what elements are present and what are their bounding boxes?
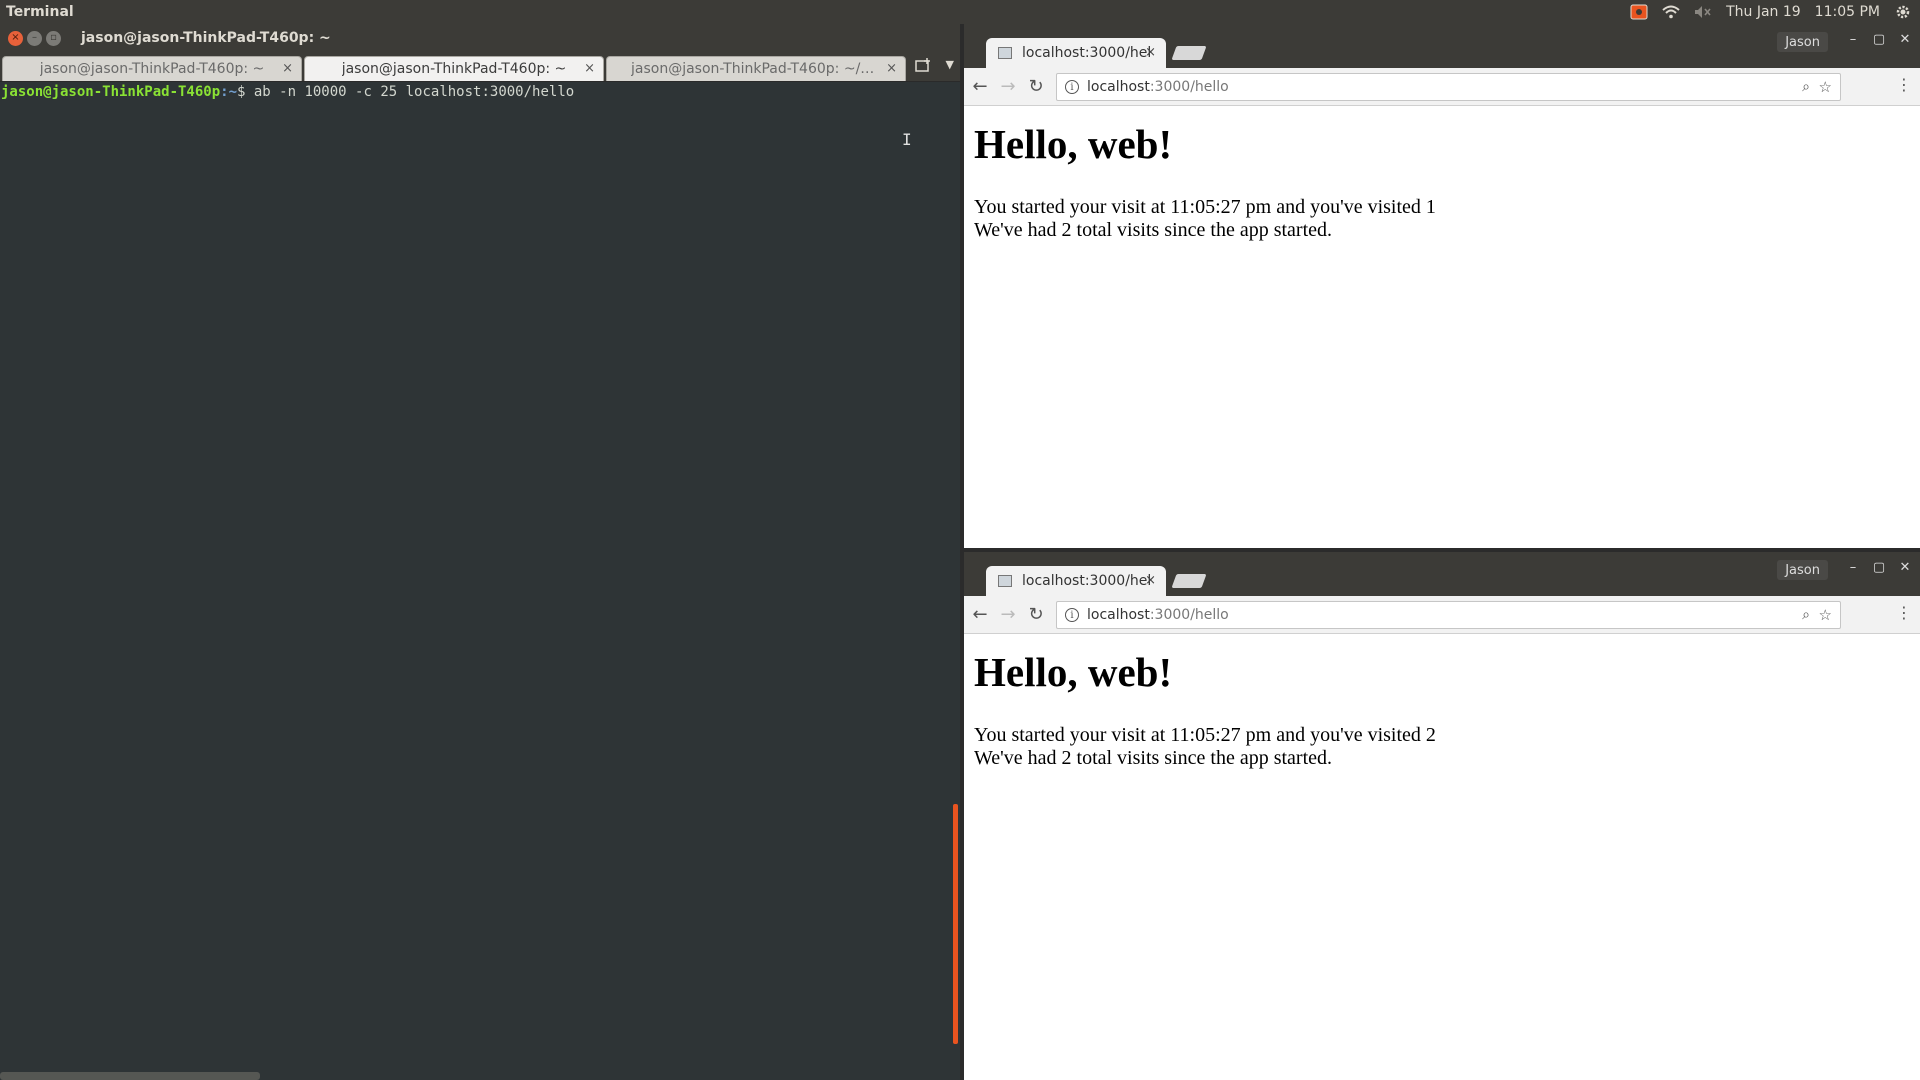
menu-dots-icon[interactable]: ⋮: [1896, 605, 1912, 621]
page-heading: Hello, web!: [974, 649, 1173, 695]
minimize-icon[interactable]: –: [1844, 32, 1862, 47]
address-bar[interactable]: i localhost:3000/hello ⌕ ☆: [1056, 601, 1841, 629]
total-visits-line: We've had 2 total visits since the app s…: [974, 219, 1333, 241]
address-bar[interactable]: i localhost:3000/hello ⌕ ☆: [1056, 73, 1841, 101]
gear-icon[interactable]: [1894, 3, 1912, 21]
zoom-icon[interactable]: ⌕: [1802, 607, 1810, 623]
terminal-tab-bar: jason@jason-ThinkPad-T460p: ~ × jason@ja…: [0, 52, 960, 82]
browser-tab[interactable]: localhost:3000/hell ×: [986, 38, 1166, 68]
menu-dots-icon[interactable]: ⋮: [1896, 77, 1912, 93]
horizontal-scrollbar[interactable]: [0, 1072, 260, 1080]
browser-tabstrip[interactable]: localhost:3000/hell × Jason – ▢ ✕: [964, 24, 1920, 68]
profile-button[interactable]: Jason: [1777, 32, 1828, 52]
minimize-icon[interactable]: –: [27, 30, 42, 46]
forward-arrow-icon[interactable]: →: [996, 603, 1020, 627]
terminal-tab-1[interactable]: jason@jason-ThinkPad-T460p: ~ ×: [2, 56, 302, 81]
terminal-titlebar[interactable]: × – ▫ jason@jason-ThinkPad-T460p: ~: [0, 24, 960, 52]
tab-label: jason@jason-ThinkPad-T460p: ~/crys...: [631, 61, 881, 77]
close-icon[interactable]: ✕: [1896, 560, 1914, 575]
close-icon[interactable]: ×: [886, 61, 897, 76]
tab-label: jason@jason-ThinkPad-T460p: ~: [39, 61, 265, 77]
terminal-command: ab -n 10000 -c 25 localhost:3000/hello: [245, 84, 575, 100]
terminal-title: jason@jason-ThinkPad-T460p: ~: [81, 30, 331, 46]
browser-tab[interactable]: localhost:3000/hell ×: [986, 566, 1166, 596]
url-host: localhost: [1087, 79, 1150, 95]
browser-toolbar: ← → ↻ i localhost:3000/hello ⌕ ☆ ⋮: [964, 596, 1920, 634]
forward-arrow-icon[interactable]: →: [996, 75, 1020, 99]
indicator-area: Thu Jan 19 11:05 PM: [1630, 0, 1920, 24]
maximize-icon[interactable]: ▢: [1870, 32, 1888, 47]
new-tab-button[interactable]: [1171, 574, 1207, 588]
date-text[interactable]: Thu Jan 19: [1726, 4, 1801, 20]
app-indicator-icon[interactable]: [1630, 3, 1648, 21]
close-icon[interactable]: ×: [1145, 45, 1156, 60]
url-path: :3000/hello: [1149, 79, 1229, 95]
prompt-path: :~: [220, 84, 238, 100]
visit-info-line: You started your visit at 11:05:27 pm an…: [974, 724, 1436, 746]
maximize-icon[interactable]: ▫: [46, 30, 61, 46]
browser-toolbar: ← → ↻ i localhost:3000/hello ⌕ ☆ ⋮: [964, 68, 1920, 106]
zoom-icon[interactable]: ⌕: [1802, 79, 1810, 95]
reload-icon[interactable]: ↻: [1024, 603, 1048, 627]
close-icon[interactable]: ×: [1145, 573, 1156, 588]
url-host: localhost: [1087, 607, 1150, 623]
window-controls: – ▢ ✕: [1844, 560, 1914, 575]
close-icon[interactable]: ✕: [1896, 32, 1914, 47]
page-content: Hello, web! You started your visit at 11…: [964, 634, 1920, 776]
window-controls: × – ▫: [0, 30, 61, 46]
profile-button[interactable]: Jason: [1777, 560, 1828, 580]
bookmark-star-icon[interactable]: ☆: [1819, 606, 1832, 624]
minimize-icon[interactable]: –: [1844, 560, 1862, 575]
back-arrow-icon[interactable]: ←: [968, 75, 992, 99]
wifi-icon[interactable]: [1662, 3, 1680, 21]
page-favicon-icon: [998, 47, 1012, 59]
browser-tab-label: localhost:3000/hell: [1022, 573, 1150, 589]
info-icon[interactable]: i: [1065, 80, 1079, 94]
info-icon[interactable]: i: [1065, 608, 1079, 622]
browser-tab-label: localhost:3000/hell: [1022, 45, 1150, 61]
new-tab-icon[interactable]: [914, 58, 932, 74]
browser-window-top: localhost:3000/hell × Jason – ▢ ✕ ← → ↻ …: [964, 24, 1920, 548]
active-app-name: Terminal: [6, 4, 74, 20]
tab-label: jason@jason-ThinkPad-T460p: ~: [341, 61, 567, 77]
browser-window-bottom: localhost:3000/hell × Jason – ▢ ✕ ← → ↻ …: [964, 552, 1920, 1080]
back-arrow-icon[interactable]: ←: [968, 603, 992, 627]
close-icon[interactable]: ×: [584, 61, 595, 76]
page-content: Hello, web! You started your visit at 11…: [964, 106, 1920, 248]
close-icon[interactable]: ×: [282, 61, 293, 76]
volume-muted-icon[interactable]: [1694, 3, 1712, 21]
bookmark-star-icon[interactable]: ☆: [1819, 78, 1832, 96]
page-heading: Hello, web!: [974, 121, 1173, 167]
new-tab-button[interactable]: [1171, 46, 1207, 60]
url-path: :3000/hello: [1149, 607, 1229, 623]
prompt-user: jason@jason-ThinkPad-T460p: [1, 84, 221, 100]
page-favicon-icon: [998, 575, 1012, 587]
top-panel: Terminal Thu Jan 19 11:05 PM: [0, 0, 1920, 24]
browser-tabstrip[interactable]: localhost:3000/hell × Jason – ▢ ✕: [964, 552, 1920, 596]
visit-info-line: You started your visit at 11:05:27 pm an…: [974, 196, 1436, 218]
reload-icon[interactable]: ↻: [1024, 75, 1048, 99]
maximize-icon[interactable]: ▢: [1870, 560, 1888, 575]
close-icon[interactable]: ×: [8, 30, 23, 46]
terminal-tab-3[interactable]: jason@jason-ThinkPad-T460p: ~/crys... ×: [606, 56, 906, 81]
terminal-output[interactable]: jason@jason-ThinkPad-T460p:~$ ab -n 1000…: [0, 82, 960, 1080]
terminal-tab-2[interactable]: jason@jason-ThinkPad-T460p: ~ ×: [304, 56, 604, 81]
text-cursor-icon: I: [902, 130, 912, 149]
terminal-window: × – ▫ jason@jason-ThinkPad-T460p: ~ jaso…: [0, 24, 960, 1080]
total-visits-line: We've had 2 total visits since the app s…: [974, 747, 1333, 769]
terminal-scrollbar[interactable]: [953, 804, 958, 1044]
window-controls: – ▢ ✕: [1844, 32, 1914, 47]
clock-text[interactable]: 11:05 PM: [1815, 4, 1880, 20]
chevron-down-icon[interactable]: ▼: [946, 58, 954, 71]
